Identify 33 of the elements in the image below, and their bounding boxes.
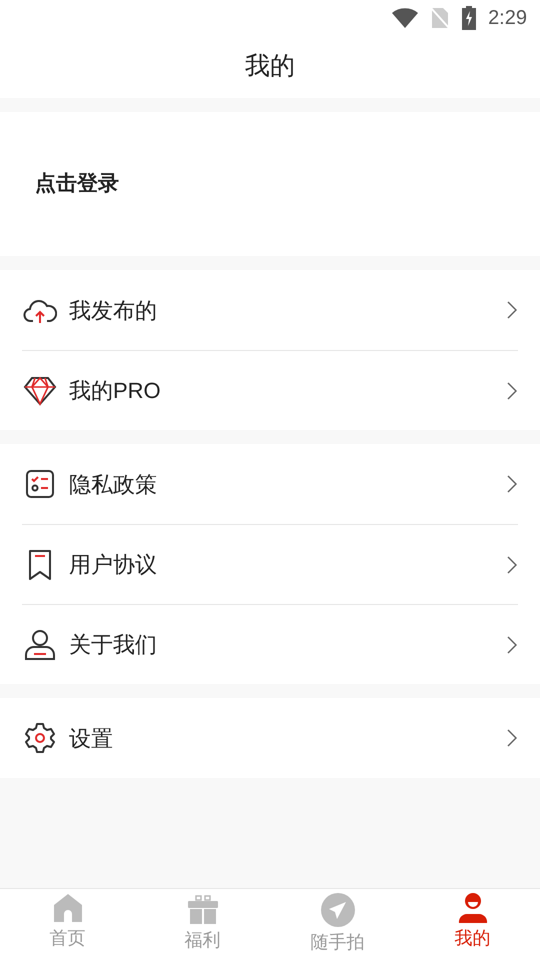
- menu-label: 我的PRO: [69, 377, 162, 405]
- menu-label: 用户协议: [69, 551, 158, 579]
- page-title: 我的: [245, 51, 295, 82]
- chevron-right-icon: [507, 382, 517, 400]
- checklist-icon: [25, 469, 55, 499]
- no-sim-icon: [430, 7, 450, 29]
- menu-item[interactable]: 关于我们: [22, 604, 518, 684]
- person-icon: [458, 893, 488, 923]
- chevron-right-icon: [507, 636, 517, 654]
- login-link[interactable]: 点击登录: [35, 168, 119, 200]
- menu-item[interactable]: 我发布的: [22, 270, 518, 350]
- chevron-right-icon: [507, 556, 517, 574]
- person-icon: [24, 628, 56, 660]
- gift-icon: [186, 893, 218, 925]
- menu-item[interactable]: 隐私政策: [22, 444, 518, 524]
- chevron-right-icon: [507, 475, 517, 493]
- menu-label: 设置: [69, 724, 114, 752]
- battery-icon: [462, 6, 476, 30]
- menu-label: 我发布的: [69, 296, 158, 324]
- tab[interactable]: 我的: [405, 889, 540, 960]
- bookmark-icon: [27, 548, 53, 580]
- home-icon: [52, 893, 82, 923]
- menu-label: 关于我们: [69, 631, 158, 659]
- paper-plane-icon: [320, 893, 354, 927]
- menu-item[interactable]: 用户协议: [22, 524, 518, 604]
- menu-item[interactable]: 我的PRO: [22, 350, 518, 430]
- status-time: 2:29: [488, 6, 527, 31]
- diamond-icon: [23, 376, 57, 406]
- settings-icon: [24, 722, 56, 754]
- chevron-right-icon: [507, 301, 517, 319]
- chevron-right-icon: [507, 729, 517, 747]
- menu-label: 隐私政策: [69, 470, 158, 498]
- wifi-icon: [392, 8, 418, 28]
